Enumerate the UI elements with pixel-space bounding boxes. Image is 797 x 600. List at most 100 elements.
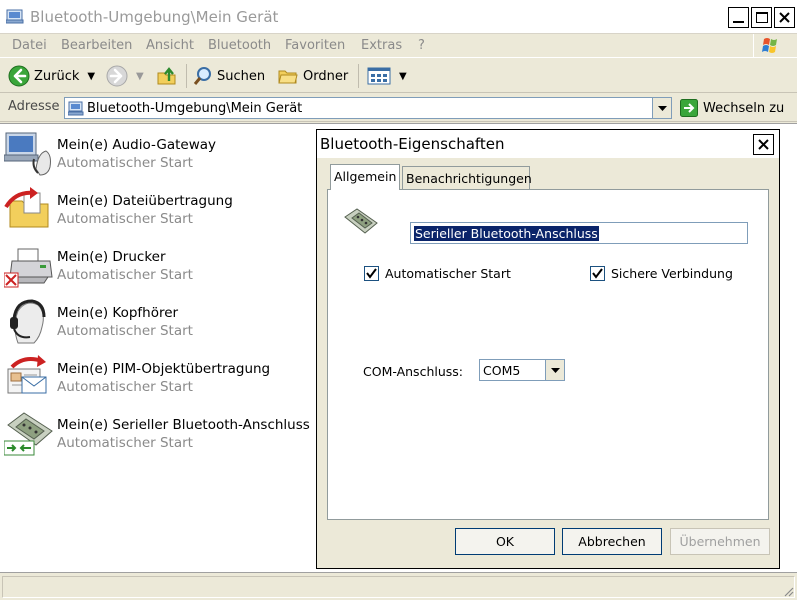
windows-logo [753,34,783,57]
close-icon [779,12,790,23]
minimize-button[interactable] [728,7,749,28]
device-item[interactable]: Mein(e) Audio-Gateway Automatischer Star… [4,127,324,179]
device-status: Automatischer Start [57,323,193,339]
status-bar-cell [2,576,795,598]
folders-icon [278,70,298,84]
search-icon [193,67,211,85]
device-name: Mein(e) Audio-Gateway [57,137,217,153]
dialog-close-button[interactable] [753,134,774,155]
standard-toolbar: Zurück ▼ ▼ Suchen Ordner ▼ [0,59,797,93]
device-item[interactable]: Mein(e) Kopfhörer Automatischer Start [4,295,324,347]
device-item[interactable]: Mein(e) Dateiübertragung Automatischer S… [4,183,324,235]
window-title: Bluetooth-Umgebung\Mein Gerät [30,8,279,26]
bluetooth-properties-dialog: Bluetooth-Eigenschaften Allgemein Benach… [316,129,780,569]
back-arrow-icon [8,65,30,87]
folders-label: Ordner [303,68,349,84]
address-label: Adresse [8,99,60,114]
tab-benachrichtigungen[interactable]: Benachrichtigungen [402,166,532,189]
back-dropdown-icon[interactable]: ▼ [87,71,95,82]
dialog-title-bar: Bluetooth-Eigenschaften [317,130,779,158]
checkbox-box [364,266,379,281]
dialog-title: Bluetooth-Eigenschaften [320,135,505,153]
menu-datei[interactable]: Datei [12,38,47,53]
service-name-input[interactable]: Serieller Bluetooth-Anschluss [410,222,748,244]
device-name: Mein(e) PIM-Objektübertragung [57,361,271,377]
toolbar-separator [186,64,187,88]
status-bar [0,572,797,600]
go-label: Wechseln zu [703,100,785,116]
resize-grip-icon[interactable] [782,585,794,597]
search-label: Suchen [217,68,266,84]
device-name: Mein(e) Drucker [57,249,166,265]
menu-bearbeiten[interactable]: Bearbeiten [61,38,132,53]
serial-connector-icon [344,208,378,234]
views-button[interactable]: ▼ [367,64,407,88]
com-port-value: COM5 [483,363,521,378]
device-status: Automatischer Start [57,379,193,395]
chevron-down-icon [658,106,667,111]
pim-transfer-icon [7,355,47,394]
device-item[interactable]: Mein(e) PIM-Objektübertragung Automatisc… [4,351,324,403]
forward-arrow-icon [106,65,128,87]
device-name: Mein(e) Kopfhörer [57,305,179,321]
apply-button[interactable]: Übernehmen [670,528,770,555]
device-status: Automatischer Start [57,155,193,171]
file-transfer-icon [4,187,49,228]
device-item[interactable]: Mein(e) Serieller Bluetooth-Anschluss Au… [4,407,324,459]
views-dropdown-icon[interactable]: ▼ [399,71,407,82]
audio-gateway-icon [4,132,51,176]
bluetooth-folder-icon [68,101,84,116]
search-button[interactable]: Suchen [192,64,265,88]
address-bar: Adresse Bluetooth-Umgebung\Mein Gerät We… [0,94,797,122]
minimize-icon [733,21,744,23]
secure-connection-checkbox[interactable]: Sichere Verbindung [590,266,733,281]
menu-help[interactable]: ? [418,38,425,53]
address-dropdown-button[interactable] [652,98,671,118]
maximize-icon [756,12,768,23]
device-name: Mein(e) Serieller Bluetooth-Anschluss [57,417,310,433]
close-button[interactable] [774,7,795,28]
window-title-bar: Bluetooth-Umgebung\Mein Gerät [0,0,797,34]
cancel-button[interactable]: Abbrechen [562,528,662,555]
device-status: Automatischer Start [57,211,193,227]
serial-port-icon [4,412,53,456]
bluetooth-folder-icon [6,9,24,24]
views-icon [367,67,391,85]
checkmark-icon [366,268,377,279]
menu-ansicht[interactable]: Ansicht [146,38,194,53]
close-icon [758,139,769,150]
windows-flag-icon [762,38,777,53]
headset-icon [10,299,46,344]
device-status: Automatischer Start [57,435,193,451]
service-name-value: Serieller Bluetooth-Anschluss [414,226,599,241]
menu-extras[interactable]: Extras [361,38,402,53]
com-port-label: COM-Anschluss: [363,364,463,379]
address-input[interactable]: Bluetooth-Umgebung\Mein Gerät [64,97,672,119]
menu-favoriten[interactable]: Favoriten [285,38,345,53]
device-status: Automatischer Start [57,267,193,283]
back-label: Zurück [34,68,80,84]
chevron-down-icon [551,368,560,373]
folder-up-icon [157,67,176,85]
up-button[interactable] [156,64,178,88]
back-button[interactable]: Zurück ▼ [8,64,95,88]
tab-allgemein[interactable]: Allgemein [330,164,400,190]
checkmark-icon [592,268,603,279]
address-value: Bluetooth-Umgebung\Mein Gerät [87,101,303,116]
com-port-select[interactable]: COM5 [479,359,565,381]
auto-start-label: Automatischer Start [385,266,511,281]
go-arrow-icon [680,99,698,117]
com-port-dropdown-button[interactable] [545,360,564,380]
printer-icon [4,248,53,288]
menu-bluetooth[interactable]: Bluetooth [208,38,271,53]
auto-start-checkbox[interactable]: Automatischer Start [364,266,511,281]
forward-button[interactable]: ▼ [106,64,144,88]
forward-dropdown-icon[interactable]: ▼ [136,71,144,82]
folders-button[interactable]: Ordner [277,64,348,88]
ok-button[interactable]: OK [455,528,555,555]
menu-bar: Datei Bearbeiten Ansicht Bluetooth Favor… [0,34,797,58]
go-button[interactable]: Wechseln zu [680,97,784,119]
general-tab-panel: Serieller Bluetooth-Anschluss Automatisc… [327,189,769,520]
device-item[interactable]: Mein(e) Drucker Automatischer Start [4,239,324,291]
maximize-button[interactable] [751,7,772,28]
